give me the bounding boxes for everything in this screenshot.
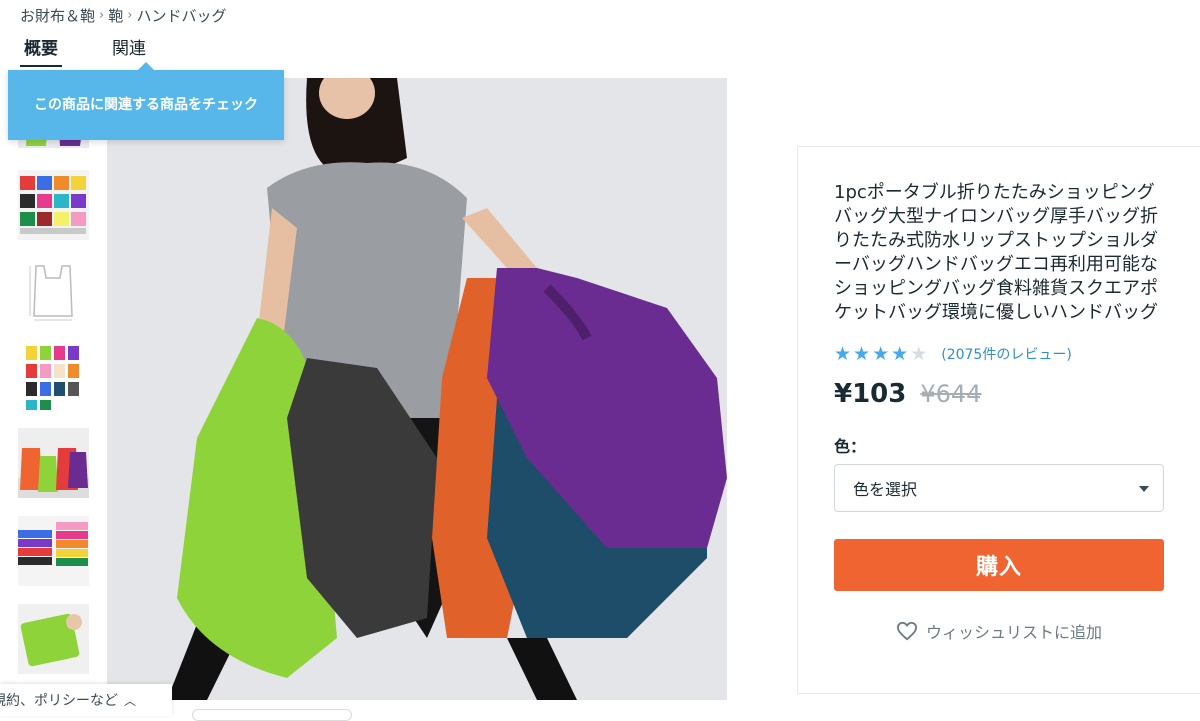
thumbnail-green-pouch[interactable] bbox=[18, 604, 89, 674]
original-price: ¥644 bbox=[920, 380, 982, 408]
tab-overview[interactable]: 概要 bbox=[20, 34, 62, 67]
footer-pill bbox=[192, 709, 352, 721]
breadcrumb-separator: › bbox=[127, 8, 133, 23]
tooltip-arrow bbox=[138, 62, 154, 70]
star-icon: ★ bbox=[834, 343, 852, 365]
policies-link-label: 規約、ポリシーなど bbox=[0, 693, 118, 709]
chevron-down-icon bbox=[1139, 486, 1149, 492]
thumbnail-color-swatches[interactable] bbox=[18, 342, 89, 412]
thumbnail-model-bags[interactable] bbox=[18, 428, 89, 498]
wishlist-label: ウィッシュリストに追加 bbox=[925, 623, 1102, 642]
product-title: 1pcポータブル折りたたみショッピングバッグ大型ナイロンバッグ厚手バッグ折りたた… bbox=[834, 182, 1158, 323]
star-icon: ★ bbox=[872, 343, 890, 365]
price-row: ¥103 ¥644 bbox=[834, 379, 981, 409]
related-tooltip: この商品に関連する商品をチェック bbox=[8, 62, 284, 140]
breadcrumb-item-wallets-bags[interactable]: お財布＆鞄 bbox=[20, 5, 95, 26]
chevron-up-icon: ︿ bbox=[124, 693, 137, 708]
current-price: ¥103 bbox=[834, 379, 907, 409]
color-label: 色： bbox=[834, 437, 867, 456]
tab-bar: 概要 関連 bbox=[20, 34, 146, 67]
color-select-placeholder: 色を選択 bbox=[853, 480, 918, 499]
breadcrumb: お財布＆鞄 › 鞄 › ハンドバッグ bbox=[20, 5, 226, 26]
breadcrumb-item-handbags[interactable]: ハンドバッグ bbox=[136, 5, 226, 26]
product-card: 1pcポータブル折りたたみショッピングバッグ大型ナイロンバッグ厚手バッグ折りたた… bbox=[797, 146, 1200, 694]
star-icon: ★ bbox=[891, 343, 909, 365]
heart-icon bbox=[896, 621, 917, 641]
star-icon: ★ bbox=[853, 343, 871, 365]
breadcrumb-item-bags[interactable]: 鞄 bbox=[108, 5, 123, 26]
color-select[interactable]: 色を選択 bbox=[834, 464, 1164, 512]
review-count-link[interactable]: (2075件のレビュー) bbox=[941, 344, 1072, 364]
main-product-image[interactable] bbox=[107, 78, 727, 700]
thumbnail-color-grid[interactable] bbox=[18, 170, 89, 240]
thumbnail-folded-stack[interactable] bbox=[18, 516, 89, 586]
buy-button[interactable]: 購入 bbox=[834, 539, 1164, 591]
thumbnail-size-diagram[interactable] bbox=[18, 254, 89, 324]
star-empty-icon: ★ bbox=[910, 343, 928, 365]
product-photo bbox=[107, 78, 727, 700]
policies-link[interactable]: 規約、ポリシーなど ︿ bbox=[0, 684, 172, 716]
rating[interactable]: ★ ★ ★ ★ ★ (2075件のレビュー) bbox=[834, 344, 1072, 364]
add-to-wishlist-button[interactable]: ウィッシュリストに追加 bbox=[834, 619, 1164, 643]
breadcrumb-separator: › bbox=[99, 8, 105, 23]
tooltip-text: この商品に関連する商品をチェック bbox=[34, 97, 258, 113]
